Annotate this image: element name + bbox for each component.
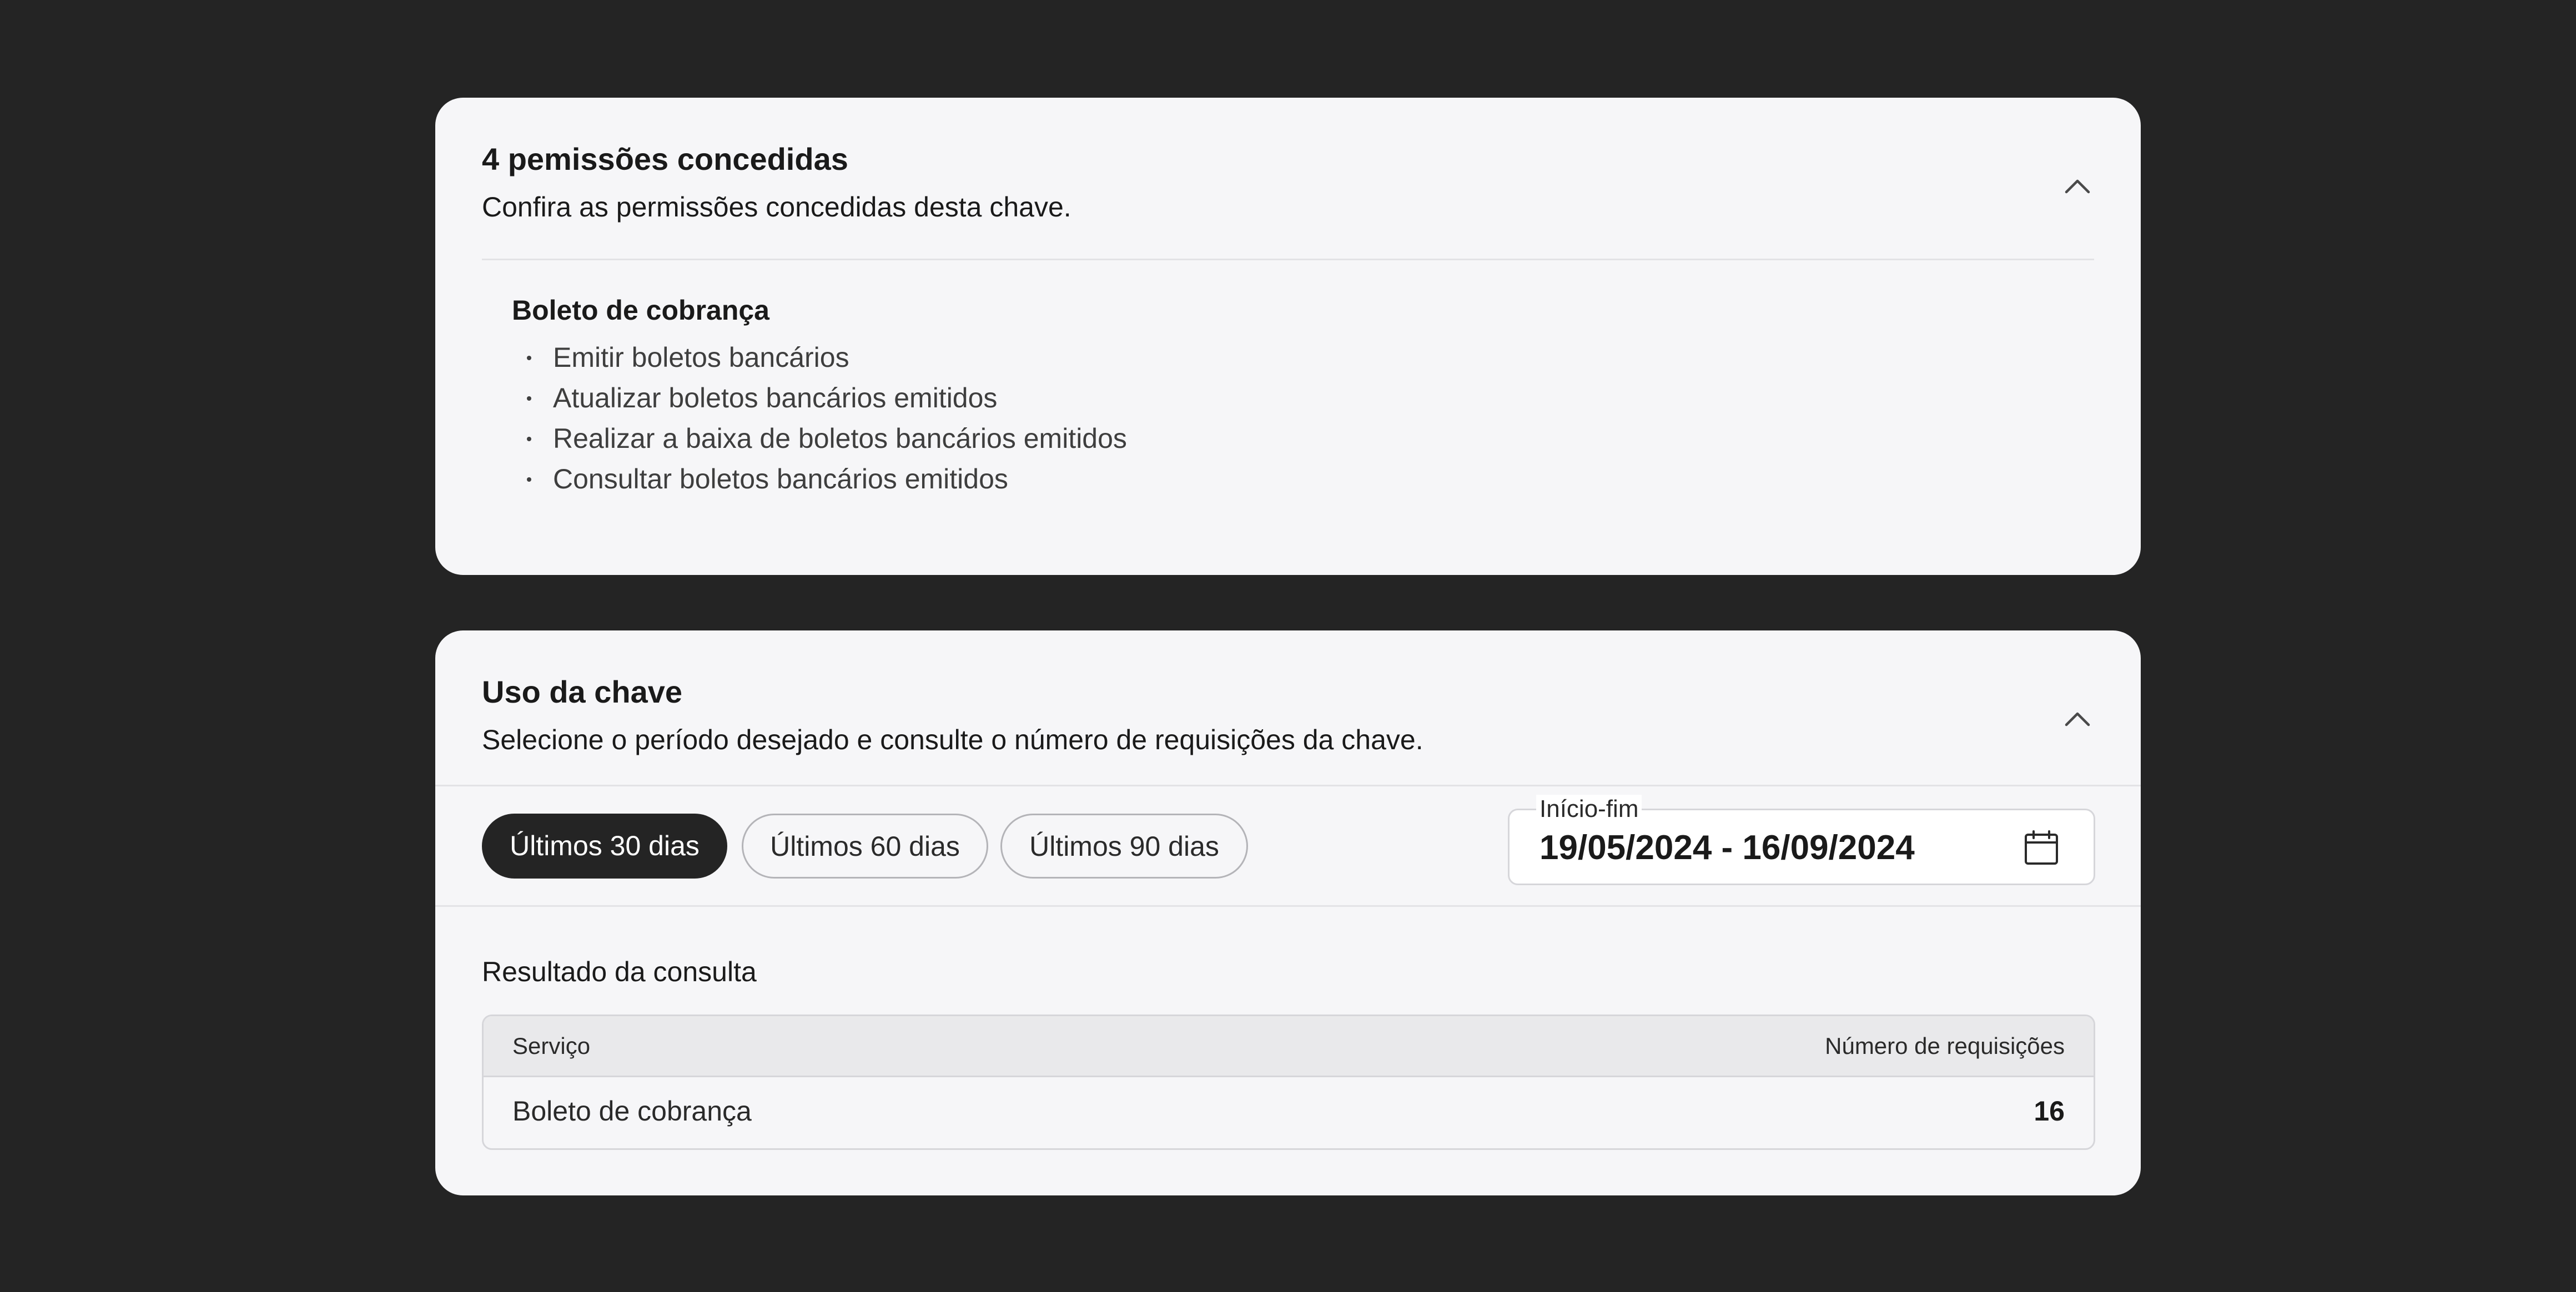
usage-card: Uso da chave Selecione o período desejad…	[435, 630, 2141, 1195]
cell-service: Boleto de cobrança	[512, 1096, 752, 1127]
permission-label: Realizar a baixa de boletos bancários em…	[553, 423, 1127, 454]
calendar-icon[interactable]	[2022, 829, 2060, 867]
chevron-up-icon[interactable]	[2061, 703, 2094, 736]
permission-label: Consultar boletos bancários emitidos	[553, 463, 1008, 494]
permission-label: Atualizar boletos bancários emitidos	[553, 382, 998, 413]
bullet-icon	[527, 477, 531, 482]
date-range-field[interactable]: Início-fim 19/05/2024 - 16/09/2024	[1508, 795, 2095, 885]
cell-requests: 16	[2034, 1096, 2065, 1127]
bullet-icon	[527, 396, 531, 401]
usage-subtitle: Selecione o período desejado e consulte …	[482, 724, 1423, 755]
permission-label: Emitir boletos bancários	[553, 342, 849, 373]
result-table: Serviço Número de requisições Boleto de …	[482, 1015, 2095, 1150]
date-range-value[interactable]: 19/05/2024 - 16/09/2024	[1539, 826, 1915, 870]
permissions-title: 4 pemissões concedidas	[482, 142, 848, 176]
bullet-icon	[527, 437, 531, 441]
table-header: Serviço Número de requisições	[484, 1016, 2094, 1077]
chip-last-90-days[interactable]: Últimos 90 dias	[1000, 814, 1248, 879]
permissions-card: 4 pemissões concedidas Confira as permis…	[435, 98, 2141, 575]
date-range-label: Início-fim	[1536, 795, 1642, 824]
permissions-subtitle: Confira as permissões concedidas desta c…	[482, 191, 1071, 223]
column-header-requests: Número de requisições	[1825, 1033, 2065, 1059]
list-item: Realizar a baixa de boletos bancários em…	[512, 418, 1127, 459]
bullet-icon	[527, 356, 531, 360]
list-item: Emitir boletos bancários	[512, 337, 1127, 378]
period-filter-bar: Últimos 30 dias Últimos 60 dias Últimos …	[435, 785, 2141, 907]
section-title: Boleto de cobrança	[512, 295, 769, 326]
result-title: Resultado da consulta	[482, 956, 757, 987]
column-header-service: Serviço	[512, 1033, 591, 1059]
chevron-up-icon[interactable]	[2061, 170, 2094, 203]
table-row: Boleto de cobrança 16	[484, 1077, 2094, 1148]
divider	[482, 259, 2094, 260]
permission-list: Emitir boletos bancários Atualizar bolet…	[512, 337, 1127, 499]
list-item: Consultar boletos bancários emitidos	[512, 459, 1127, 499]
list-item: Atualizar boletos bancários emitidos	[512, 378, 1127, 418]
chip-last-30-days[interactable]: Últimos 30 dias	[482, 814, 727, 879]
usage-title: Uso da chave	[482, 674, 683, 709]
chip-last-60-days[interactable]: Últimos 60 dias	[742, 814, 988, 879]
